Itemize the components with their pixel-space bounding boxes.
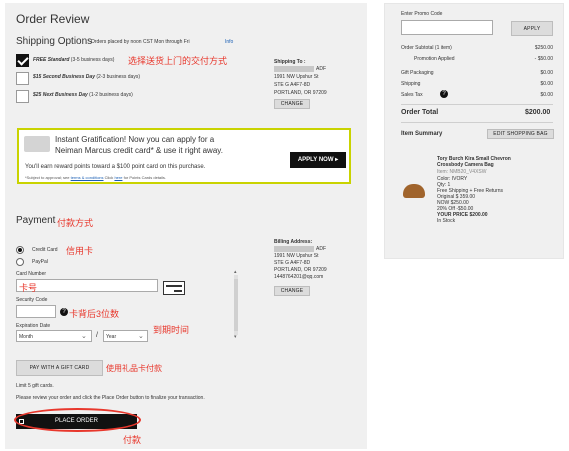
shipping-annotation: 选择送货上门的交付方式 bbox=[128, 56, 228, 66]
gift-card-annotation: 使用礼品卡付款 bbox=[106, 364, 162, 373]
edit-shopping-bag-button[interactable]: EDIT SHOPPING BAG bbox=[487, 129, 554, 139]
security-code-label: Security Code bbox=[16, 297, 48, 303]
security-code-annotation: 卡背后3位数 bbox=[69, 309, 120, 319]
order-total-value: $200.00 bbox=[525, 109, 551, 116]
payment-scrollbar-thumb[interactable] bbox=[234, 279, 238, 331]
promo-line-2: Neiman Marcus credit card* & use it righ… bbox=[55, 146, 223, 155]
security-code-help-icon[interactable]: ? bbox=[60, 308, 68, 316]
terms-link[interactable]: terms & conditions bbox=[71, 175, 104, 180]
gift-card-limit: Limit 5 gift cards. bbox=[16, 383, 54, 389]
shipping-change-button[interactable]: CHANGE bbox=[274, 99, 310, 109]
expiration-year-select[interactable]: Year ⌄ bbox=[103, 330, 148, 342]
credit-card-icon bbox=[163, 281, 185, 295]
billing-name: ADF bbox=[316, 246, 326, 252]
shipping-info-link[interactable]: Info bbox=[225, 39, 233, 45]
payment-credit-card-label[interactable]: Credit Card bbox=[32, 247, 58, 253]
scroll-down-icon[interactable]: ▾ bbox=[234, 334, 237, 340]
product-item-id: Item: NMB20_V4XSW bbox=[437, 169, 487, 175]
chevron-down-icon: ⌄ bbox=[81, 333, 87, 340]
divider bbox=[401, 104, 553, 105]
shipping-option-second-day-checkbox[interactable] bbox=[16, 72, 29, 85]
product-thumbnail[interactable] bbox=[403, 184, 425, 198]
billing-address-line: STE G A4F7-8D bbox=[274, 260, 311, 266]
billing-change-button[interactable]: CHANGE bbox=[274, 286, 310, 296]
shipping-name: ADF bbox=[316, 66, 326, 72]
expiration-annotation: 到期时间 bbox=[153, 325, 190, 335]
card-number-input[interactable]: 卡号 bbox=[16, 279, 158, 293]
review-note: Please review your order and click the P… bbox=[16, 395, 205, 401]
payment-paypal-radio[interactable] bbox=[16, 258, 24, 266]
shipping-to-label: Shipping To : bbox=[274, 59, 306, 65]
credit-card-annotation: 信用卡 bbox=[66, 246, 94, 256]
product-name[interactable]: Crossbody Camera Bag bbox=[437, 162, 494, 168]
page-title: Order Review bbox=[16, 12, 90, 26]
summary-row: Promotion Applied - $50.00 bbox=[414, 56, 553, 62]
payment-credit-card-radio[interactable] bbox=[16, 246, 24, 254]
billing-address-line: PORTLAND, OR 97209 bbox=[274, 267, 327, 273]
billing-address-label: Billing Address: bbox=[274, 239, 313, 245]
summary-row: Shipping $0.00 bbox=[401, 81, 553, 87]
order-review-panel: Order Review Shipping Options Orders pla… bbox=[5, 3, 367, 449]
chevron-down-icon: ⌄ bbox=[138, 333, 144, 340]
promo-line-3: You'll earn reward points toward a $100 … bbox=[25, 164, 206, 170]
promo-fineprint: *Subject to approval; see terms & condit… bbox=[25, 175, 167, 180]
product-stock-status: In Stock bbox=[437, 218, 456, 224]
credit-card-promo-banner: Instant Gratification! Now you can apply… bbox=[17, 128, 351, 184]
place-order-highlight bbox=[14, 408, 141, 432]
redacted-name-block bbox=[274, 66, 314, 72]
card-number-label: Card Number bbox=[16, 271, 47, 277]
shipping-option-standard-checkbox[interactable] bbox=[16, 54, 29, 67]
divider bbox=[401, 122, 553, 123]
payment-heading: Payment bbox=[16, 215, 56, 226]
scroll-up-icon[interactable]: ▴ bbox=[234, 269, 237, 275]
apply-now-button[interactable]: APPLY NOW ▸ bbox=[290, 152, 346, 168]
billing-email: 1448764201@qq.com bbox=[274, 274, 324, 280]
order-summary-panel: Enter Promo Code APPLY Order Subtotal (1… bbox=[384, 3, 564, 259]
promo-apply-button[interactable]: APPLY bbox=[511, 21, 553, 36]
gift-card-button[interactable]: PAY WITH A GIFT CARD bbox=[16, 360, 103, 376]
expiration-label: Expiration Date bbox=[16, 323, 51, 329]
shipping-cutoff-note: Orders placed by noon CST Mon through Fr… bbox=[91, 39, 190, 45]
here-link[interactable]: here bbox=[114, 175, 122, 180]
promo-line-1: Instant Gratification! Now you can apply… bbox=[55, 135, 215, 144]
summary-row: Order Subtotal (1 item) $250.00 bbox=[401, 45, 553, 51]
summary-row: Sales Tax $0.00 bbox=[401, 92, 553, 98]
billing-address-line: 1991 NW Upshur St bbox=[274, 253, 319, 259]
payment-annotation: 付款方式 bbox=[57, 218, 94, 228]
shipping-option-next-day[interactable]: $25 Next Business Day (1-2 business days… bbox=[33, 92, 133, 98]
order-total-label: Order Total bbox=[401, 109, 439, 116]
item-summary-label: Item Summary bbox=[401, 131, 443, 137]
sales-tax-help-icon[interactable]: ? bbox=[440, 90, 448, 98]
redacted-name-block bbox=[274, 246, 314, 252]
shipping-option-second-day[interactable]: $15 Second Business Day (2-3 business da… bbox=[33, 74, 140, 80]
promo-code-input[interactable] bbox=[401, 20, 493, 35]
shipping-options-heading: Shipping Options bbox=[16, 36, 93, 47]
shipping-address-line: 1991 NW Upshur St bbox=[274, 74, 319, 80]
promo-code-label: Enter Promo Code bbox=[401, 11, 443, 17]
shipping-option-standard[interactable]: FREE Standard (3-5 business days) bbox=[33, 57, 114, 63]
shipping-address-line: STE G A4F7-8D bbox=[274, 82, 311, 88]
credit-card-image bbox=[24, 136, 50, 152]
card-number-annotation: 卡号 bbox=[19, 283, 38, 293]
shipping-option-next-day-checkbox[interactable] bbox=[16, 90, 29, 103]
expiration-slash: / bbox=[96, 332, 98, 339]
security-code-input[interactable] bbox=[16, 305, 56, 318]
expiration-month-select[interactable]: Month ⌄ bbox=[16, 330, 92, 342]
summary-row: Gift Packaging $0.00 bbox=[401, 70, 553, 76]
payment-paypal-label[interactable]: PayPal bbox=[32, 259, 48, 265]
place-order-annotation: 付款 bbox=[123, 435, 142, 445]
shipping-address-line: PORTLAND, OR 97209 bbox=[274, 90, 327, 96]
